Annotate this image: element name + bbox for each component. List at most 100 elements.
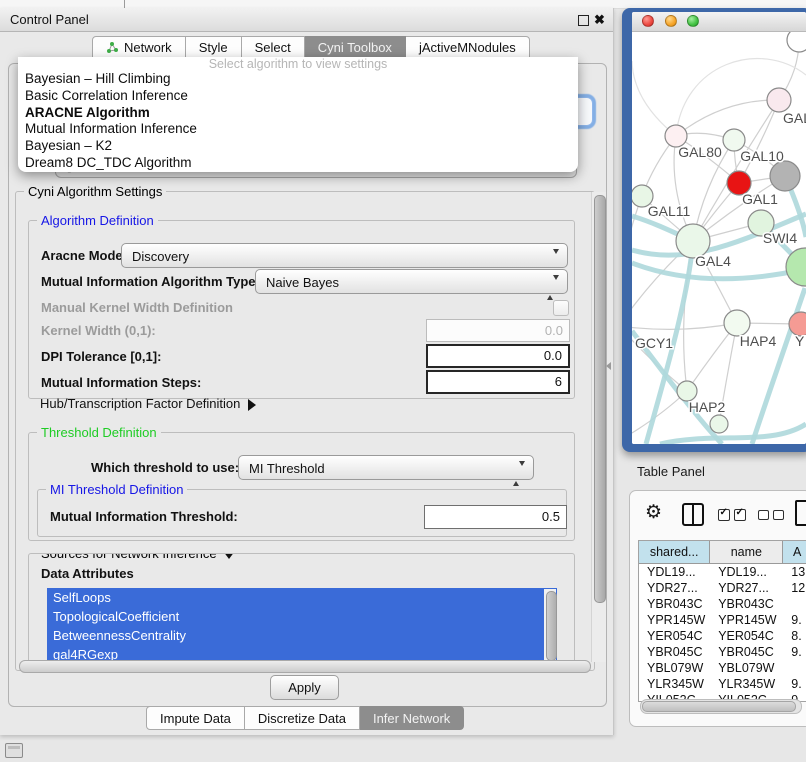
dpi-tolerance-input[interactable]: 0.0 [426,344,570,368]
table-cell[interactable]: YDL19... [710,564,783,580]
table-cell[interactable]: YBR043C [639,596,710,612]
split-columns-icon[interactable] [682,503,704,526]
column-header-shared[interactable]: shared... [639,541,710,563]
table-cell[interactable]: YPR145W [710,612,783,628]
table-cell[interactable] [783,660,806,676]
table-horizontal-scrollbar[interactable] [640,699,802,714]
table-cell[interactable]: YBL079W [710,660,783,676]
table-cell[interactable]: YER054C [639,628,710,644]
column-header-name[interactable]: name [710,541,783,563]
settings-scrollbar-thumb[interactable] [594,195,606,603]
network-window-titlebar[interactable] [632,12,806,32]
close-icon[interactable]: ✖ [594,8,605,31]
tab-jactivemnodules[interactable]: jActiveMNodules [406,36,530,58]
mi-type-combo[interactable]: Naive Bayes [255,269,568,294]
table-row[interactable]: YBR045CYBR045C9. [639,644,806,660]
network-node[interactable] [787,32,806,52]
table-cell[interactable]: YBR045C [710,644,783,660]
split-pane-collapse-icon[interactable] [606,362,611,370]
zoom-traffic-light-icon[interactable] [687,15,699,27]
dropdown-item-mutual-information-inference[interactable]: Mutual Information Inference [18,121,578,138]
table-cell[interactable]: YDL19... [639,564,710,580]
expander-arrow-icon [248,399,256,411]
mi-threshold-input[interactable]: 0.5 [424,505,567,529]
table-row[interactable]: YPR145WYPR145W9. [639,612,806,628]
tab-network[interactable]: Network [92,36,186,58]
mi-steps-input[interactable]: 6 [426,370,570,394]
hub-definition-expander[interactable]: Hub/Transcription Factor Definition [40,396,256,411]
aracne-mode-combo[interactable]: Discovery [121,243,568,268]
settings-vertical-scrollbar[interactable] [591,192,606,662]
minimized-panel-icon[interactable] [5,743,23,758]
table-row[interactable]: YBR043CYBR043C [639,596,806,612]
data-attributes-list[interactable]: SelfLoopsTopologicalCoefficientBetweenne… [47,588,557,664]
export-table-icon[interactable] [795,500,806,526]
table-cell[interactable]: 13 [783,564,806,580]
close-traffic-light-icon[interactable] [642,15,654,27]
table-cell[interactable]: 9. [783,644,806,660]
unchecked-box-icon [773,510,784,520]
table-cell[interactable]: 9. [783,612,806,628]
list-scrollbar-thumb[interactable] [546,591,557,661]
aracne-mode-value: Discovery [132,249,189,264]
tab-cyni-toolbox[interactable]: Cyni Toolbox [305,36,406,58]
table-row[interactable]: YLR345WYLR345W9. [639,676,806,692]
kernel-width-input[interactable]: 0.0 [426,319,570,342]
attribute-item-topologicalcoefficient[interactable]: TopologicalCoefficient [47,607,557,626]
node-label-gal: GAL [783,110,806,126]
cyni-settings-legend: Cyni Algorithm Settings [24,184,166,199]
tab-discretize-data[interactable]: Discretize Data [245,706,360,730]
network-node-hap2[interactable] [677,381,697,401]
minimize-traffic-light-icon[interactable] [665,15,677,27]
tab-infer-network[interactable]: Infer Network [360,706,464,730]
select-all-icon[interactable]: ✓ ✓ [718,509,746,521]
table-cell[interactable]: 8. [783,628,806,644]
table-cell[interactable]: YBL079W [639,660,710,676]
table-cell[interactable]: 12 [783,580,806,596]
tab-impute-data[interactable]: Impute Data [146,706,245,730]
aracne-mode-label: Aracne Mode: [41,243,127,269]
sources-legend[interactable]: Sources for Network Inference [37,553,239,561]
list-scrollbar[interactable] [544,589,556,663]
dropdown-item-basic-correlation-inference[interactable]: Basic Correlation Inference [18,88,578,105]
table-cell[interactable]: YBR045C [639,644,710,660]
table-row[interactable]: YDR27...YDR27...12 [639,580,806,596]
table-cell[interactable]: 9. [783,676,806,692]
unchecked-box-icon [758,510,769,520]
dropdown-item-dream8-dc-tdc-algorithm[interactable]: Dream8 DC_TDC Algorithm [18,155,578,172]
attribute-item-betweennesscentrality[interactable]: BetweennessCentrality [47,626,557,645]
table-row[interactable]: YDL19...YDL19...13 [639,564,806,580]
dropdown-item-bayesian-hill-climbing[interactable]: Bayesian – Hill Climbing [18,71,578,88]
network-node[interactable] [710,415,728,433]
table-row[interactable]: YBL079WYBL079W [639,660,806,676]
manual-kernel-checkbox[interactable] [553,300,569,316]
table-cell[interactable]: YER054C [710,628,783,644]
table-row[interactable]: YER054CYER054C8. [639,628,806,644]
table-cell[interactable]: YBR043C [710,596,783,612]
deselect-all-icon[interactable] [758,510,784,520]
apply-button[interactable]: Apply [270,675,339,700]
attribute-item-selfloops[interactable]: SelfLoops [47,588,557,607]
which-threshold-combo[interactable]: MI Threshold [238,455,534,480]
tab-select[interactable]: Select [242,36,305,58]
network-node[interactable] [770,161,800,191]
dropdown-item-bayesian-k2[interactable]: Bayesian – K2 [18,138,578,155]
gear-icon[interactable]: ⚙ [645,501,662,524]
network-node-gal[interactable] [767,88,791,112]
column-header-a[interactable]: A [783,541,806,563]
network-edge [632,323,737,329]
tab-style[interactable]: Style [186,36,242,58]
table-cell[interactable]: YLR345W [710,676,783,692]
table-cell[interactable]: YLR345W [639,676,710,692]
table-cell[interactable] [783,596,806,612]
table-cell[interactable]: YDR27... [639,580,710,596]
network-edge [752,288,805,444]
tab-label: jActiveMNodules [419,40,516,55]
network-canvas[interactable]: GALGAL80GAL10GAL1GAL11SWI4GAL4GCY1HAP4YH… [632,32,806,444]
float-window-icon[interactable] [578,15,589,26]
settings-horizontal-scrollbar[interactable] [19,660,591,673]
table-cell[interactable]: YDR27... [710,580,783,596]
dropdown-item-aracne-algorithm[interactable]: ARACNE Algorithm [18,105,578,122]
table-cell[interactable]: YPR145W [639,612,710,628]
table-scrollbar-thumb[interactable] [642,701,796,712]
